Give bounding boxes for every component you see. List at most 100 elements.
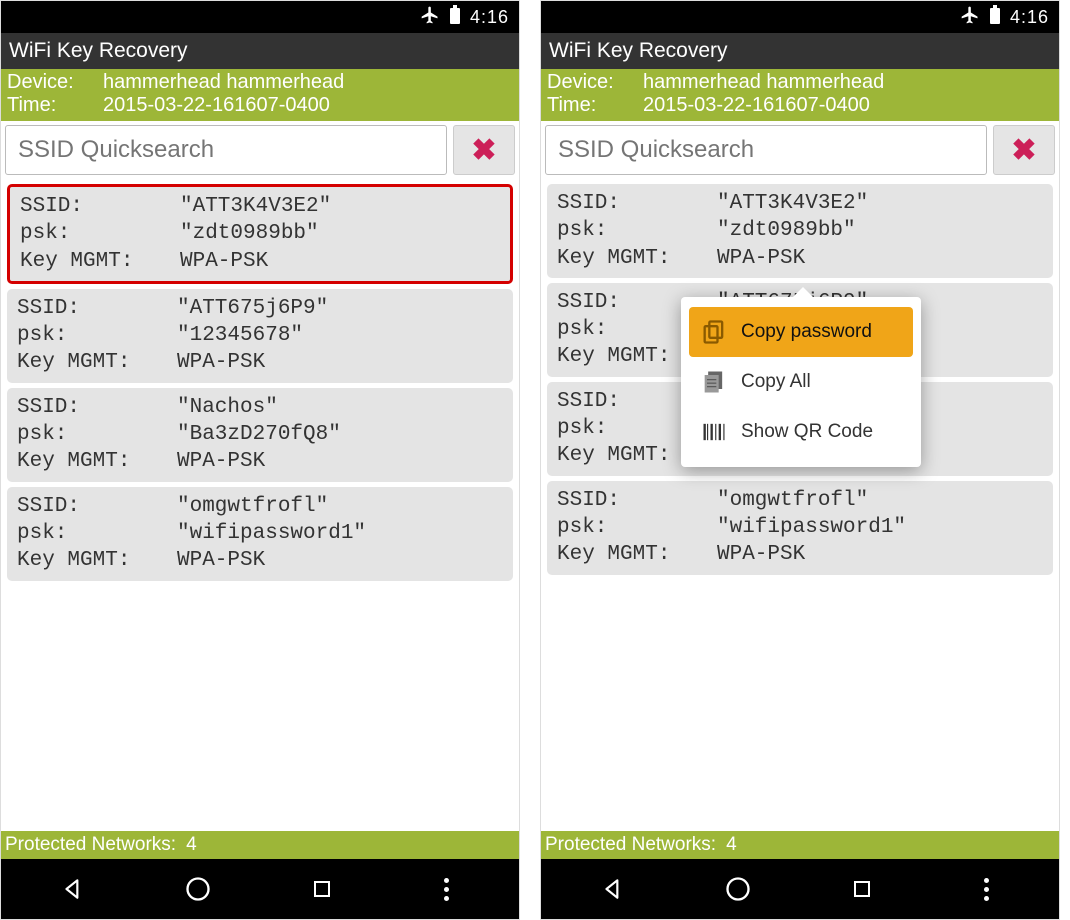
ssid-label: SSID: — [557, 190, 717, 217]
device-info-bar: Device: hammerhead hammerhead Time: 2015… — [1, 69, 519, 121]
search-row: ✖ — [541, 121, 1059, 179]
device-info-bar: Device: hammerhead hammerhead Time: 2015… — [541, 69, 1059, 121]
ssid-value: "ATT675j6P9" — [177, 295, 503, 322]
battery-icon — [448, 5, 462, 30]
barcode-icon — [699, 417, 729, 447]
keymgmt-label: Key MGMT: — [17, 547, 177, 574]
phone-screenshot-left: 4:16 WiFi Key Recovery Device: hammerhea… — [0, 0, 520, 920]
footer-bar: Protected Networks: 4 — [1, 831, 519, 859]
back-button[interactable] — [593, 869, 633, 909]
ssid-value: "ATT3K4V3E2" — [717, 190, 1043, 217]
back-button[interactable] — [53, 869, 93, 909]
search-input[interactable] — [545, 125, 987, 175]
network-card[interactable]: SSID:"ATT675j6P9" psk:"12345678" Key MGM… — [7, 289, 513, 383]
menu-copy-all[interactable]: Copy All — [689, 357, 913, 407]
psk-value: "12345678" — [177, 322, 503, 349]
clear-search-button[interactable]: ✖ — [993, 125, 1055, 175]
home-button[interactable] — [718, 869, 758, 909]
ssid-label: SSID: — [17, 493, 177, 520]
ssid-label: SSID: — [557, 487, 717, 514]
psk-value: "zdt0989bb" — [180, 220, 500, 247]
network-card[interactable]: SSID:"omgwtfrofl" psk:"wifipassword1" Ke… — [547, 481, 1053, 575]
status-bar: 4:16 — [1, 1, 519, 33]
close-icon: ✖ — [1011, 133, 1036, 168]
status-time: 4:16 — [470, 7, 509, 28]
battery-icon — [988, 5, 1002, 30]
keymgmt-value: WPA-PSK — [717, 541, 1043, 568]
keymgmt-label: Key MGMT: — [557, 541, 717, 568]
device-value: hammerhead hammerhead — [643, 71, 1057, 94]
menu-label: Show QR Code — [741, 421, 873, 443]
ssid-label: SSID: — [17, 394, 177, 421]
network-card[interactable]: SSID:"ATT3K4V3E2" psk:"zdt0989bb" Key MG… — [547, 184, 1053, 278]
keymgmt-value: WPA-PSK — [180, 248, 500, 275]
time-value: 2015-03-22-161607-0400 — [643, 94, 1057, 117]
time-label: Time: — [543, 94, 643, 117]
phone-screenshot-right: 4:16 WiFi Key Recovery Device: hammerhea… — [540, 0, 1060, 920]
network-card[interactable]: SSID:"omgwtfrofl" psk:"wifipassword1" Ke… — [7, 487, 513, 581]
navigation-bar — [1, 859, 519, 919]
search-row: ✖ — [1, 121, 519, 179]
keymgmt-value: WPA-PSK — [177, 448, 503, 475]
app-title: WiFi Key Recovery — [541, 33, 1059, 69]
keymgmt-value: WPA-PSK — [717, 245, 1043, 272]
ssid-value: "omgwtfrofl" — [177, 493, 503, 520]
keymgmt-value: WPA-PSK — [177, 349, 503, 376]
psk-value: "wifipassword1" — [717, 514, 1043, 541]
airplane-mode-icon — [960, 5, 980, 30]
menu-copy-password[interactable]: Copy password — [689, 307, 913, 357]
device-value: hammerhead hammerhead — [103, 71, 517, 94]
copy-password-icon — [699, 317, 729, 347]
app-title: WiFi Key Recovery — [1, 33, 519, 69]
ssid-value: "ATT3K4V3E2" — [180, 193, 500, 220]
device-label: Device: — [3, 71, 103, 94]
psk-value: "Ba3zD270fQ8" — [177, 421, 503, 448]
footer-bar: Protected Networks: 4 — [541, 831, 1059, 859]
psk-label: psk: — [17, 421, 177, 448]
home-button[interactable] — [178, 869, 218, 909]
nav-more-button[interactable] — [967, 869, 1007, 909]
status-bar: 4:16 — [541, 1, 1059, 33]
psk-value: "zdt0989bb" — [717, 217, 1043, 244]
psk-label: psk: — [17, 520, 177, 547]
keymgmt-value: WPA-PSK — [177, 547, 503, 574]
ssid-label: SSID: — [20, 193, 180, 220]
copy-all-icon — [699, 367, 729, 397]
close-icon: ✖ — [471, 133, 496, 168]
footer-label: Protected Networks: — [5, 834, 176, 856]
keymgmt-label: Key MGMT: — [20, 248, 180, 275]
recent-apps-button[interactable] — [842, 869, 882, 909]
network-card[interactable]: SSID:"Nachos" psk:"Ba3zD270fQ8" Key MGMT… — [7, 388, 513, 482]
search-input[interactable] — [5, 125, 447, 175]
status-time: 4:16 — [1010, 7, 1049, 28]
keymgmt-label: Key MGMT: — [557, 245, 717, 272]
footer-count: 4 — [726, 834, 737, 856]
psk-label: psk: — [557, 514, 717, 541]
network-list: SSID:"ATT3K4V3E2" psk:"zdt0989bb" Key MG… — [541, 179, 1059, 831]
context-menu: Copy password Copy All Show QR Code — [681, 297, 921, 467]
psk-label: psk: — [557, 217, 717, 244]
psk-label: psk: — [20, 220, 180, 247]
ssid-value: "Nachos" — [177, 394, 503, 421]
navigation-bar — [541, 859, 1059, 919]
menu-show-qr[interactable]: Show QR Code — [689, 407, 913, 457]
footer-label: Protected Networks: — [545, 834, 716, 856]
footer-count: 4 — [186, 834, 197, 856]
menu-label: Copy All — [741, 371, 811, 393]
ssid-value: "omgwtfrofl" — [717, 487, 1043, 514]
time-value: 2015-03-22-161607-0400 — [103, 94, 517, 117]
keymgmt-label: Key MGMT: — [17, 349, 177, 376]
keymgmt-label: Key MGMT: — [17, 448, 177, 475]
network-card[interactable]: SSID:"ATT3K4V3E2" psk:"zdt0989bb" Key MG… — [7, 184, 513, 284]
nav-more-button[interactable] — [427, 869, 467, 909]
network-list: SSID:"ATT3K4V3E2" psk:"zdt0989bb" Key MG… — [1, 179, 519, 831]
psk-value: "wifipassword1" — [177, 520, 503, 547]
recent-apps-button[interactable] — [302, 869, 342, 909]
time-label: Time: — [3, 94, 103, 117]
ssid-label: SSID: — [17, 295, 177, 322]
device-label: Device: — [543, 71, 643, 94]
airplane-mode-icon — [420, 5, 440, 30]
psk-label: psk: — [17, 322, 177, 349]
menu-label: Copy password — [741, 321, 872, 343]
clear-search-button[interactable]: ✖ — [453, 125, 515, 175]
